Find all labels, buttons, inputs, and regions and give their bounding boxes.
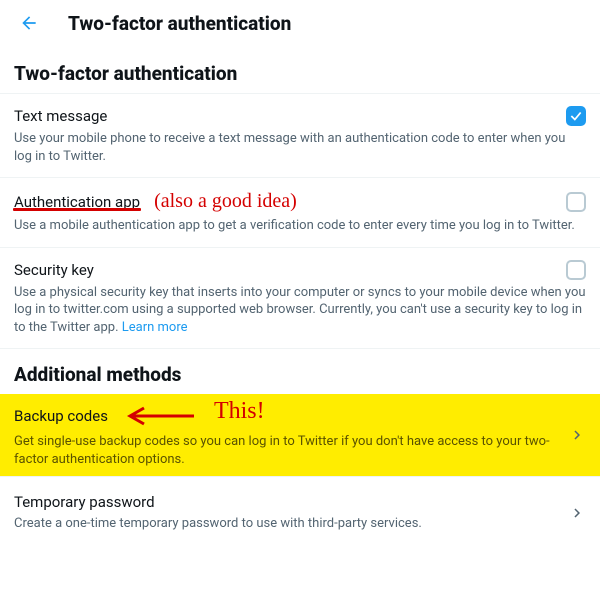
method-security-key[interactable]: Security key Use a physical security key… bbox=[0, 248, 600, 350]
learn-more-link[interactable]: Learn more bbox=[122, 320, 188, 335]
section-heading-additional: Additional methods bbox=[0, 349, 600, 394]
method-title: Text message bbox=[14, 107, 107, 125]
method-text-message[interactable]: Text message Use your mobile phone to re… bbox=[0, 94, 600, 178]
chevron-right-icon bbox=[568, 426, 586, 444]
method-description-text: Use a physical security key that inserts… bbox=[14, 285, 586, 335]
method-description: Use a mobile authentication app to get a… bbox=[14, 217, 586, 235]
annotation-this: This! bbox=[214, 398, 265, 425]
item-title: Backup codes bbox=[14, 407, 108, 425]
item-description: Get single-use backup codes so you can l… bbox=[14, 433, 558, 468]
method-title: Security key bbox=[14, 261, 94, 279]
annotation-arrow-left-icon bbox=[126, 407, 196, 425]
item-title: Temporary password bbox=[14, 493, 558, 511]
section-heading-2fa: Two-factor authentication bbox=[0, 52, 600, 93]
method-auth-app[interactable]: Authentication app (also a good idea) Us… bbox=[0, 178, 600, 248]
checkbox-security-key[interactable] bbox=[566, 260, 586, 280]
annotation-also-good-idea: (also a good idea) bbox=[154, 190, 297, 213]
chevron-right-icon bbox=[568, 504, 586, 522]
method-description: Use your mobile phone to receive a text … bbox=[14, 130, 586, 165]
item-description: Create a one-time temporary password to … bbox=[14, 515, 558, 533]
back-button[interactable] bbox=[14, 8, 44, 38]
checkbox-auth-app[interactable] bbox=[566, 192, 586, 212]
page-title: Two-factor authentication bbox=[68, 12, 291, 35]
arrow-left-icon bbox=[19, 13, 39, 33]
method-description: Use a physical security key that inserts… bbox=[14, 284, 586, 337]
additional-backup-codes[interactable]: Backup codes This! Get single-use backup… bbox=[0, 394, 600, 477]
page-header: Two-factor authentication bbox=[0, 0, 600, 52]
checkbox-text-message[interactable] bbox=[566, 106, 586, 126]
annotation-underline bbox=[13, 208, 141, 211]
additional-temp-password[interactable]: Temporary password Create a one-time tem… bbox=[0, 477, 600, 545]
check-icon bbox=[569, 109, 583, 123]
